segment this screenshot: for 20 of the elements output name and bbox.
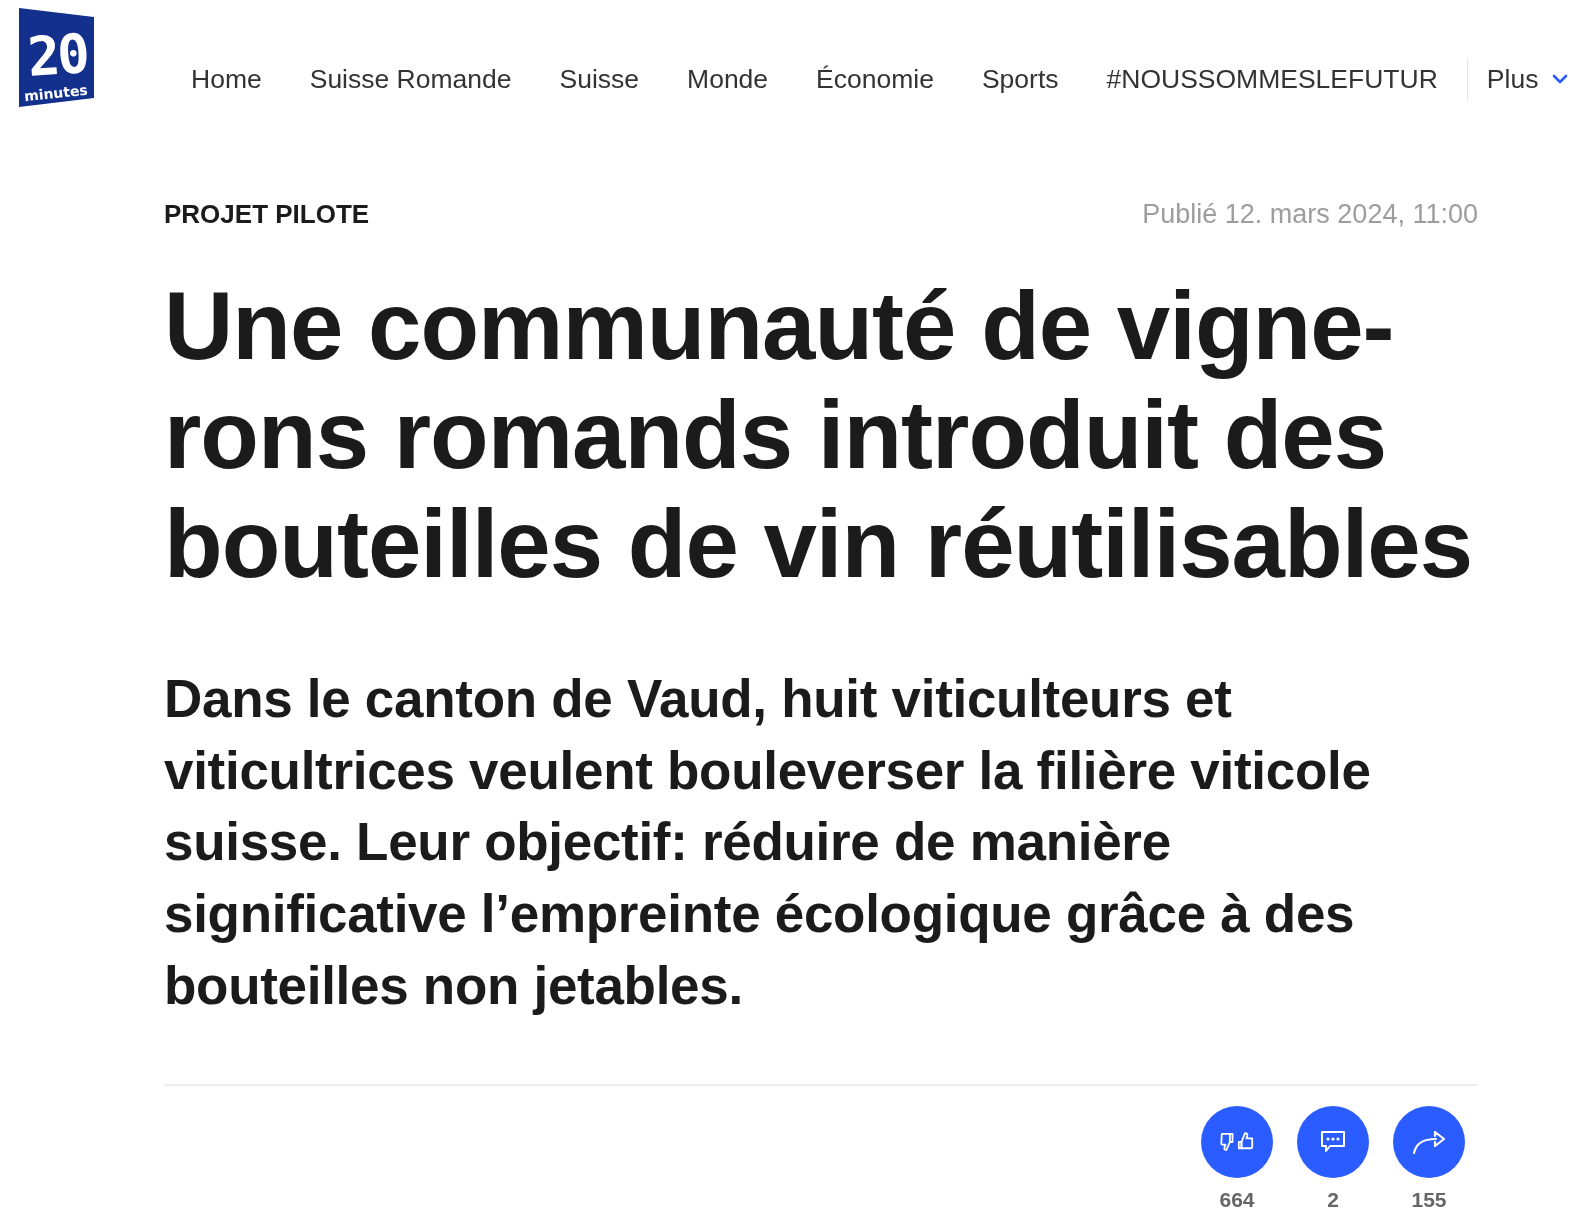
nav-link[interactable]: Économie: [816, 58, 934, 100]
chevron-down-icon: [1552, 74, 1569, 84]
article-lead: Dans le canton de Vaud, huit viticulteurs et viticultrices veulent bouleverser la filière viticole suisse. Leur objectif: réduire de manière significative l’empreinte écologique grâce à des bouteilles non jetables.: [164, 668, 1372, 1017]
reactions-count: 664: [1219, 1187, 1255, 1212]
publish-date: Publié 12. mars 2024, 11:00: [1142, 198, 1478, 230]
site-logo[interactable]: 20 minutes: [19, 8, 95, 108]
comment-icon: [1320, 1129, 1346, 1154]
thumbs-up-down-icon: [1220, 1130, 1254, 1153]
nav-link[interactable]: Suisse Romande: [309, 58, 512, 100]
nav-link[interactable]: #NOUSSOMMESLEFUTUR: [1106, 58, 1438, 100]
more-menu-button[interactable]: Plus: [1486, 58, 1569, 100]
comments-count: 2: [1327, 1187, 1339, 1212]
nav-link[interactable]: Home: [191, 58, 262, 100]
article-title: Une communauté de vigne-rons romands introduit des bouteilles de vin réutilisables: [164, 271, 1474, 598]
nav-link[interactable]: Monde: [687, 58, 769, 100]
share-icon: [1411, 1128, 1447, 1155]
nav-link[interactable]: Sports: [981, 58, 1059, 100]
category-label: PROJET PILOTE: [164, 198, 370, 230]
shares-count: 155: [1411, 1187, 1447, 1212]
nav-link[interactable]: Suisse: [559, 58, 640, 100]
